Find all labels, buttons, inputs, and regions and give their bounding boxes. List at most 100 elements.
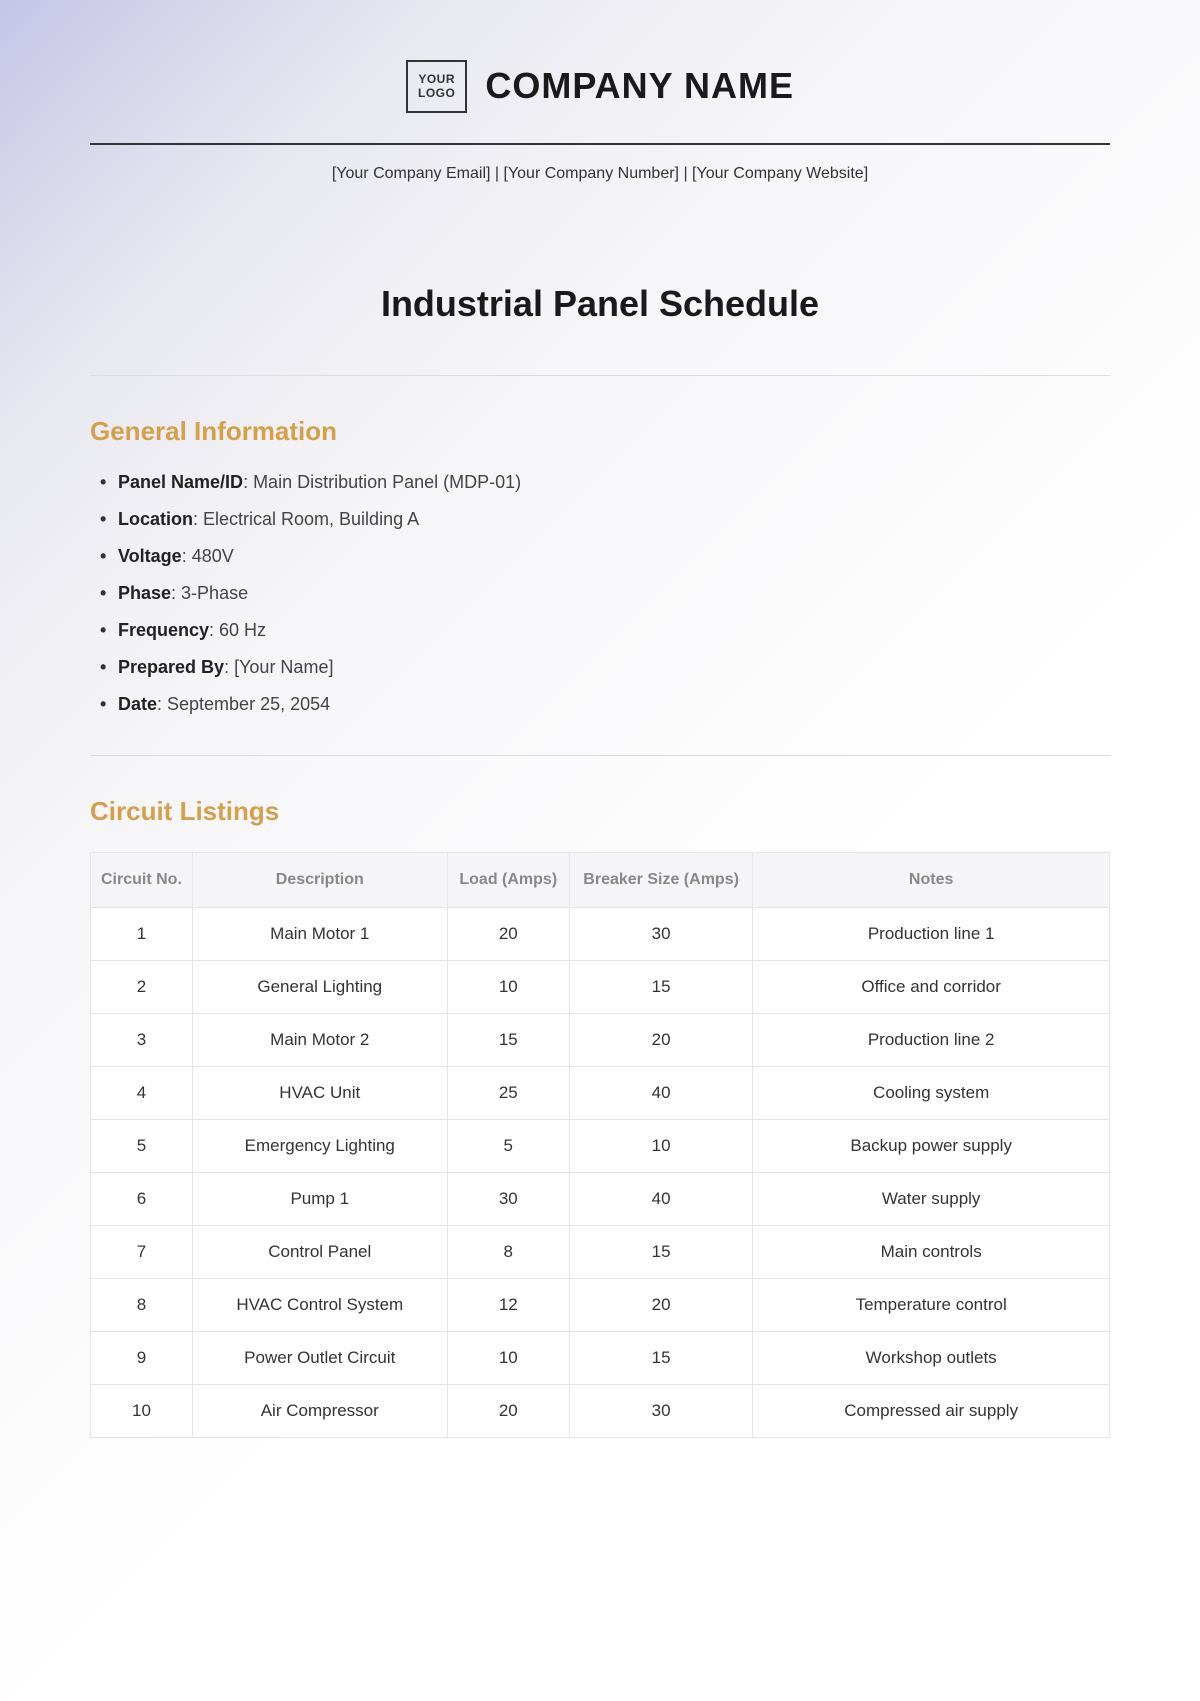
table-cell-no: 8 (91, 1279, 193, 1332)
table-cell-desc: Pump 1 (192, 1173, 447, 1226)
circuit-table: Circuit No. Description Load (Amps) Brea… (90, 852, 1110, 1438)
document-header: YOURLOGO COMPANY NAME [Your Company Emai… (90, 60, 1110, 183)
table-cell-breaker: 30 (569, 908, 752, 961)
info-value: : [Your Name] (224, 657, 333, 677)
table-cell-load: 25 (447, 1067, 569, 1120)
section-divider (90, 755, 1110, 756)
table-cell-load: 20 (447, 1385, 569, 1438)
table-row: 3Main Motor 21520Production line 2 (91, 1014, 1110, 1067)
table-cell-desc: Main Motor 2 (192, 1014, 447, 1067)
table-cell-load: 8 (447, 1226, 569, 1279)
table-cell-desc: Power Outlet Circuit (192, 1332, 447, 1385)
info-label: Prepared By (118, 657, 224, 677)
table-cell-notes: Production line 1 (753, 908, 1110, 961)
info-item: Voltage: 480V (100, 546, 1110, 567)
logo-placeholder: YOURLOGO (406, 60, 467, 113)
col-header-description: Description (192, 852, 447, 907)
table-row: 8HVAC Control System1220Temperature cont… (91, 1279, 1110, 1332)
table-cell-breaker: 30 (569, 1385, 752, 1438)
col-header-notes: Notes (753, 852, 1110, 907)
table-cell-no: 9 (91, 1332, 193, 1385)
col-header-circuit-no: Circuit No. (91, 852, 193, 907)
table-row: 2General Lighting1015Office and corridor (91, 961, 1110, 1014)
table-cell-breaker: 15 (569, 961, 752, 1014)
table-cell-breaker: 40 (569, 1067, 752, 1120)
table-cell-breaker: 20 (569, 1279, 752, 1332)
col-header-load: Load (Amps) (447, 852, 569, 907)
info-item: Phase: 3-Phase (100, 583, 1110, 604)
table-cell-no: 2 (91, 961, 193, 1014)
circuit-listings-heading: Circuit Listings (90, 796, 1110, 827)
info-item: Prepared By: [Your Name] (100, 657, 1110, 678)
table-cell-breaker: 15 (569, 1332, 752, 1385)
table-row: 5Emergency Lighting510Backup power suppl… (91, 1120, 1110, 1173)
info-value: : 60 Hz (209, 620, 266, 640)
table-cell-no: 7 (91, 1226, 193, 1279)
contact-line: [Your Company Email] | [Your Company Num… (90, 165, 1110, 183)
table-cell-breaker: 20 (569, 1014, 752, 1067)
info-value: : 480V (182, 546, 234, 566)
table-cell-notes: Production line 2 (753, 1014, 1110, 1067)
table-cell-no: 10 (91, 1385, 193, 1438)
table-cell-desc: HVAC Control System (192, 1279, 447, 1332)
section-divider (90, 375, 1110, 376)
info-label: Location (118, 509, 193, 529)
table-cell-load: 12 (447, 1279, 569, 1332)
document-title: Industrial Panel Schedule (90, 283, 1110, 325)
table-cell-load: 10 (447, 1332, 569, 1385)
logo-row: YOURLOGO COMPANY NAME (90, 60, 1110, 113)
table-cell-desc: General Lighting (192, 961, 447, 1014)
info-item: Panel Name/ID: Main Distribution Panel (… (100, 472, 1110, 493)
info-value: : September 25, 2054 (157, 694, 330, 714)
table-cell-load: 5 (447, 1120, 569, 1173)
circuit-table-body: 1Main Motor 12030Production line 12Gener… (91, 908, 1110, 1438)
table-row: 9Power Outlet Circuit1015Workshop outlet… (91, 1332, 1110, 1385)
info-value: : 3-Phase (171, 583, 248, 603)
general-info-list: Panel Name/ID: Main Distribution Panel (… (90, 472, 1110, 715)
table-cell-no: 6 (91, 1173, 193, 1226)
table-cell-desc: Air Compressor (192, 1385, 447, 1438)
info-value: : Electrical Room, Building A (193, 509, 419, 529)
table-cell-notes: Temperature control (753, 1279, 1110, 1332)
table-row: 4HVAC Unit2540Cooling system (91, 1067, 1110, 1120)
table-cell-desc: Control Panel (192, 1226, 447, 1279)
table-cell-desc: HVAC Unit (192, 1067, 447, 1120)
col-header-breaker: Breaker Size (Amps) (569, 852, 752, 907)
table-cell-notes: Compressed air supply (753, 1385, 1110, 1438)
general-info-heading: General Information (90, 416, 1110, 447)
table-cell-no: 3 (91, 1014, 193, 1067)
circuit-listings-section: Circuit Listings Circuit No. Description… (90, 796, 1110, 1438)
header-divider (90, 143, 1110, 145)
info-label: Voltage (118, 546, 182, 566)
info-item: Location: Electrical Room, Building A (100, 509, 1110, 530)
table-row: 1Main Motor 12030Production line 1 (91, 908, 1110, 961)
info-label: Date (118, 694, 157, 714)
table-cell-notes: Cooling system (753, 1067, 1110, 1120)
table-cell-load: 10 (447, 961, 569, 1014)
table-cell-notes: Backup power supply (753, 1120, 1110, 1173)
table-row: 10Air Compressor2030Compressed air suppl… (91, 1385, 1110, 1438)
table-cell-breaker: 10 (569, 1120, 752, 1173)
info-label: Phase (118, 583, 171, 603)
info-label: Panel Name/ID (118, 472, 243, 492)
company-name: COMPANY NAME (485, 65, 794, 107)
table-cell-load: 15 (447, 1014, 569, 1067)
table-cell-notes: Main controls (753, 1226, 1110, 1279)
table-cell-load: 20 (447, 908, 569, 961)
table-cell-no: 5 (91, 1120, 193, 1173)
table-cell-no: 1 (91, 908, 193, 961)
info-item: Frequency: 60 Hz (100, 620, 1110, 641)
table-cell-desc: Main Motor 1 (192, 908, 447, 961)
table-header-row: Circuit No. Description Load (Amps) Brea… (91, 852, 1110, 907)
table-cell-breaker: 40 (569, 1173, 752, 1226)
info-label: Frequency (118, 620, 209, 640)
info-value: : Main Distribution Panel (MDP-01) (243, 472, 521, 492)
table-cell-notes: Water supply (753, 1173, 1110, 1226)
table-cell-desc: Emergency Lighting (192, 1120, 447, 1173)
table-cell-breaker: 15 (569, 1226, 752, 1279)
general-information-section: General Information Panel Name/ID: Main … (90, 416, 1110, 715)
table-cell-notes: Office and corridor (753, 961, 1110, 1014)
table-cell-no: 4 (91, 1067, 193, 1120)
table-row: 7Control Panel815Main controls (91, 1226, 1110, 1279)
table-cell-load: 30 (447, 1173, 569, 1226)
